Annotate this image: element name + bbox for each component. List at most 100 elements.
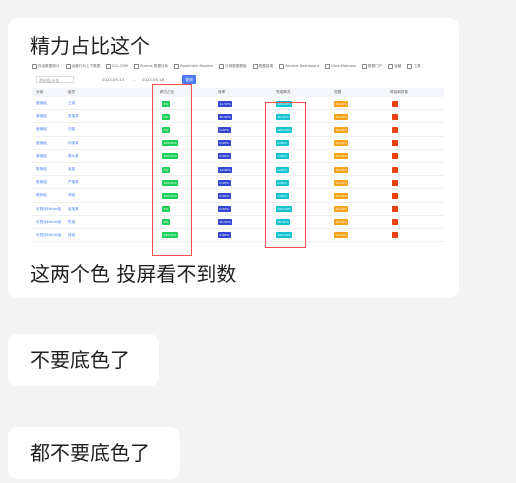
- message-bubble-1[interactable]: 精力占比这个 存活数据统计 运营行为上下数据 ICU-CRM Storms 数据分析 B…: [8, 18, 459, 298]
- bookmark-item[interactable]: 工具: [407, 63, 421, 69]
- risk-chip: [392, 192, 398, 199]
- message-bubble-2[interactable]: 不要底色了: [8, 334, 159, 386]
- member-cell[interactable]: 周大某: [68, 150, 79, 163]
- message-text: 这两个色 投屏看不到数: [30, 262, 237, 286]
- bookmark-item[interactable]: 存活数据统计: [32, 63, 60, 69]
- progress-chip: 00.00%: [334, 206, 349, 213]
- table-header: 分组 组员 精力占比 效率 完成情况 进展 风险和异常: [32, 88, 444, 97]
- message-text: 不要底色了: [30, 348, 130, 372]
- date-separator: -: [134, 77, 136, 82]
- member-cell[interactable]: 孙某某: [68, 137, 79, 150]
- progress-chip: 00.00%: [334, 126, 349, 133]
- highlight-box-energy: [152, 84, 192, 256]
- member-cell[interactable]: 赵某某: [68, 203, 79, 216]
- search-input[interactable]: 筛选组/业务: [36, 76, 74, 83]
- date-to[interactable]: 2023-05-18: [142, 76, 164, 83]
- bookmark-item[interactable]: 宝藏: [388, 63, 401, 69]
- embedded-screenshot[interactable]: 存活数据统计 运营行为上下数据 ICU-CRM Storms 数据分析 Bookmark…: [32, 62, 444, 258]
- table-row[interactable]: 营销组 孙某某 100.00% 0.00% 0.00% 00.00%: [32, 137, 444, 150]
- bookmark-icon: [174, 63, 180, 69]
- highlight-box-completion: [265, 102, 306, 248]
- progress-chip: 00.00%: [334, 219, 349, 226]
- table-row[interactable]: 营销组 周大某 100.00% 0.00% 0.00% 00.00%: [32, 150, 444, 163]
- bookmark-item[interactable]: Service Dashboard: [279, 63, 319, 69]
- bookmark-item[interactable]: 日常数据看板: [219, 63, 247, 69]
- group-cell: 可视化Editor组: [36, 232, 62, 237]
- bookmark-icon: [361, 63, 367, 69]
- bookmark-item[interactable]: 数据前端: [252, 63, 274, 69]
- bookmark-item[interactable]: Storms 数据分析: [133, 63, 169, 69]
- message-bubble-3[interactable]: 都不要底色了: [8, 427, 180, 479]
- efficiency-chip: 0.00%: [218, 140, 231, 147]
- risk-chip: [392, 179, 398, 186]
- table-row[interactable]: 可视化Editor组 钱某 100.00% 0.00% 100.00% 00.00%: [32, 229, 444, 243]
- table-row[interactable]: 营销组 刘某 0% 0.00% 100.00% 00.00%: [32, 123, 444, 137]
- group-cell: 可视化Editor组: [36, 206, 62, 211]
- bookmark-item[interactable]: 运营行为上下数据: [65, 63, 101, 69]
- member-cell[interactable]: 王某: [68, 97, 75, 110]
- header-completion: 完成情况: [276, 90, 291, 94]
- bookmark-icon: [279, 63, 285, 69]
- efficiency-chip: 0.00%: [218, 153, 231, 160]
- progress-chip: 00.00%: [334, 179, 349, 186]
- table-row[interactable]: 推荐组 严某某 100.00% 0.00% 0.00% 00.00%: [32, 176, 444, 190]
- group-cell: 推荐组: [36, 180, 47, 185]
- member-cell[interactable]: 吴某: [68, 163, 75, 176]
- efficiency-chip: 11.31%: [218, 100, 233, 107]
- query-button[interactable]: 查询: [182, 75, 196, 84]
- progress-chip: 00.00%: [334, 113, 349, 120]
- risk-chip: [392, 219, 398, 226]
- bookmark-label: Storms 数据分析: [139, 63, 169, 68]
- table-row[interactable]: 推荐组 郑某 100.00% 0.00% 0.00% 00.00%: [32, 189, 444, 203]
- bookmark-item[interactable]: Bookmark Monitor: [174, 63, 213, 69]
- bookmark-label: 工具: [413, 63, 421, 68]
- date-from[interactable]: 2023-05-13: [102, 76, 124, 83]
- bookmark-icon: [388, 63, 394, 69]
- header-member: 组员: [68, 90, 76, 94]
- risk-chip: [392, 206, 398, 213]
- efficiency-chip: 0.00%: [218, 206, 231, 213]
- bookmark-label: 数据前端: [258, 63, 274, 68]
- header-risk: 风险和异常: [390, 90, 408, 94]
- risk-chip: [392, 113, 398, 120]
- efficiency-chip: 0.00%: [218, 179, 231, 186]
- table-row[interactable]: 营销组 王某 0% 11.31% 100.00% 00.00%: [32, 97, 444, 111]
- header-progress: 进展: [334, 90, 342, 94]
- table-row[interactable]: 营销组 张某某 0% 40.00% 40.00% 00.00%: [32, 110, 444, 124]
- bookmark-icon: [106, 63, 112, 69]
- bookmark-icon: [65, 63, 71, 69]
- message-text: 精力占比这个: [30, 34, 150, 58]
- risk-chip: [392, 140, 398, 147]
- risk-chip: [392, 166, 398, 173]
- group-cell: 营销组: [36, 140, 47, 145]
- bookmark-label: Ultra Mainsep: [331, 64, 356, 68]
- group-cell: 营销组: [36, 101, 47, 105]
- bookmark-label: Bookmark Monitor: [180, 64, 214, 68]
- member-cell[interactable]: 刘某: [68, 123, 75, 136]
- bookmark-label: 运营行为上下数据: [71, 63, 101, 68]
- bookmark-item[interactable]: ICU-CRM: [106, 63, 128, 69]
- group-cell: 推荐组: [36, 166, 47, 171]
- table-row[interactable]: 可视化Editor组 陈某 0% 50.00% 40.00% 00.00%: [32, 216, 444, 229]
- member-cell[interactable]: 陈某: [68, 216, 75, 229]
- risk-chip: [392, 100, 398, 107]
- header-group: 分组: [36, 90, 44, 94]
- bookmark-label: Service Dashboard: [285, 64, 319, 68]
- group-cell: 可视化Editor组: [36, 219, 62, 224]
- efficiency-chip: 0.00%: [218, 126, 231, 133]
- table-row[interactable]: 推荐组 吴某 0% 12.00% 0.00% 00.00%: [32, 163, 444, 177]
- member-cell[interactable]: 钱某: [68, 229, 75, 242]
- table-row[interactable]: 可视化Editor组 赵某某 0% 0.00% 100.00% 00.00%: [32, 203, 444, 216]
- bookmark-item[interactable]: 数据门户: [361, 63, 382, 69]
- table-body: 营销组 王某 0% 11.31% 100.00% 00.00% 营销组 张某某 0% 40.00%…: [32, 97, 444, 243]
- efficiency-chip: 50.00%: [218, 219, 233, 226]
- bookmark-icon: [252, 63, 258, 69]
- bookmark-item[interactable]: Ultra Mainsep: [325, 63, 356, 69]
- member-cell[interactable]: 严某某: [68, 176, 79, 189]
- message-text: 都不要底色了: [30, 441, 150, 465]
- member-cell[interactable]: 张某某: [68, 110, 79, 123]
- member-cell[interactable]: 郑某: [68, 189, 75, 202]
- bookmark-icon: [407, 63, 413, 69]
- bookmark-bar: 存活数据统计 运营行为上下数据 ICU-CRM Storms 数据分析 Bookmark…: [32, 63, 444, 69]
- bookmark-icon: [133, 63, 139, 69]
